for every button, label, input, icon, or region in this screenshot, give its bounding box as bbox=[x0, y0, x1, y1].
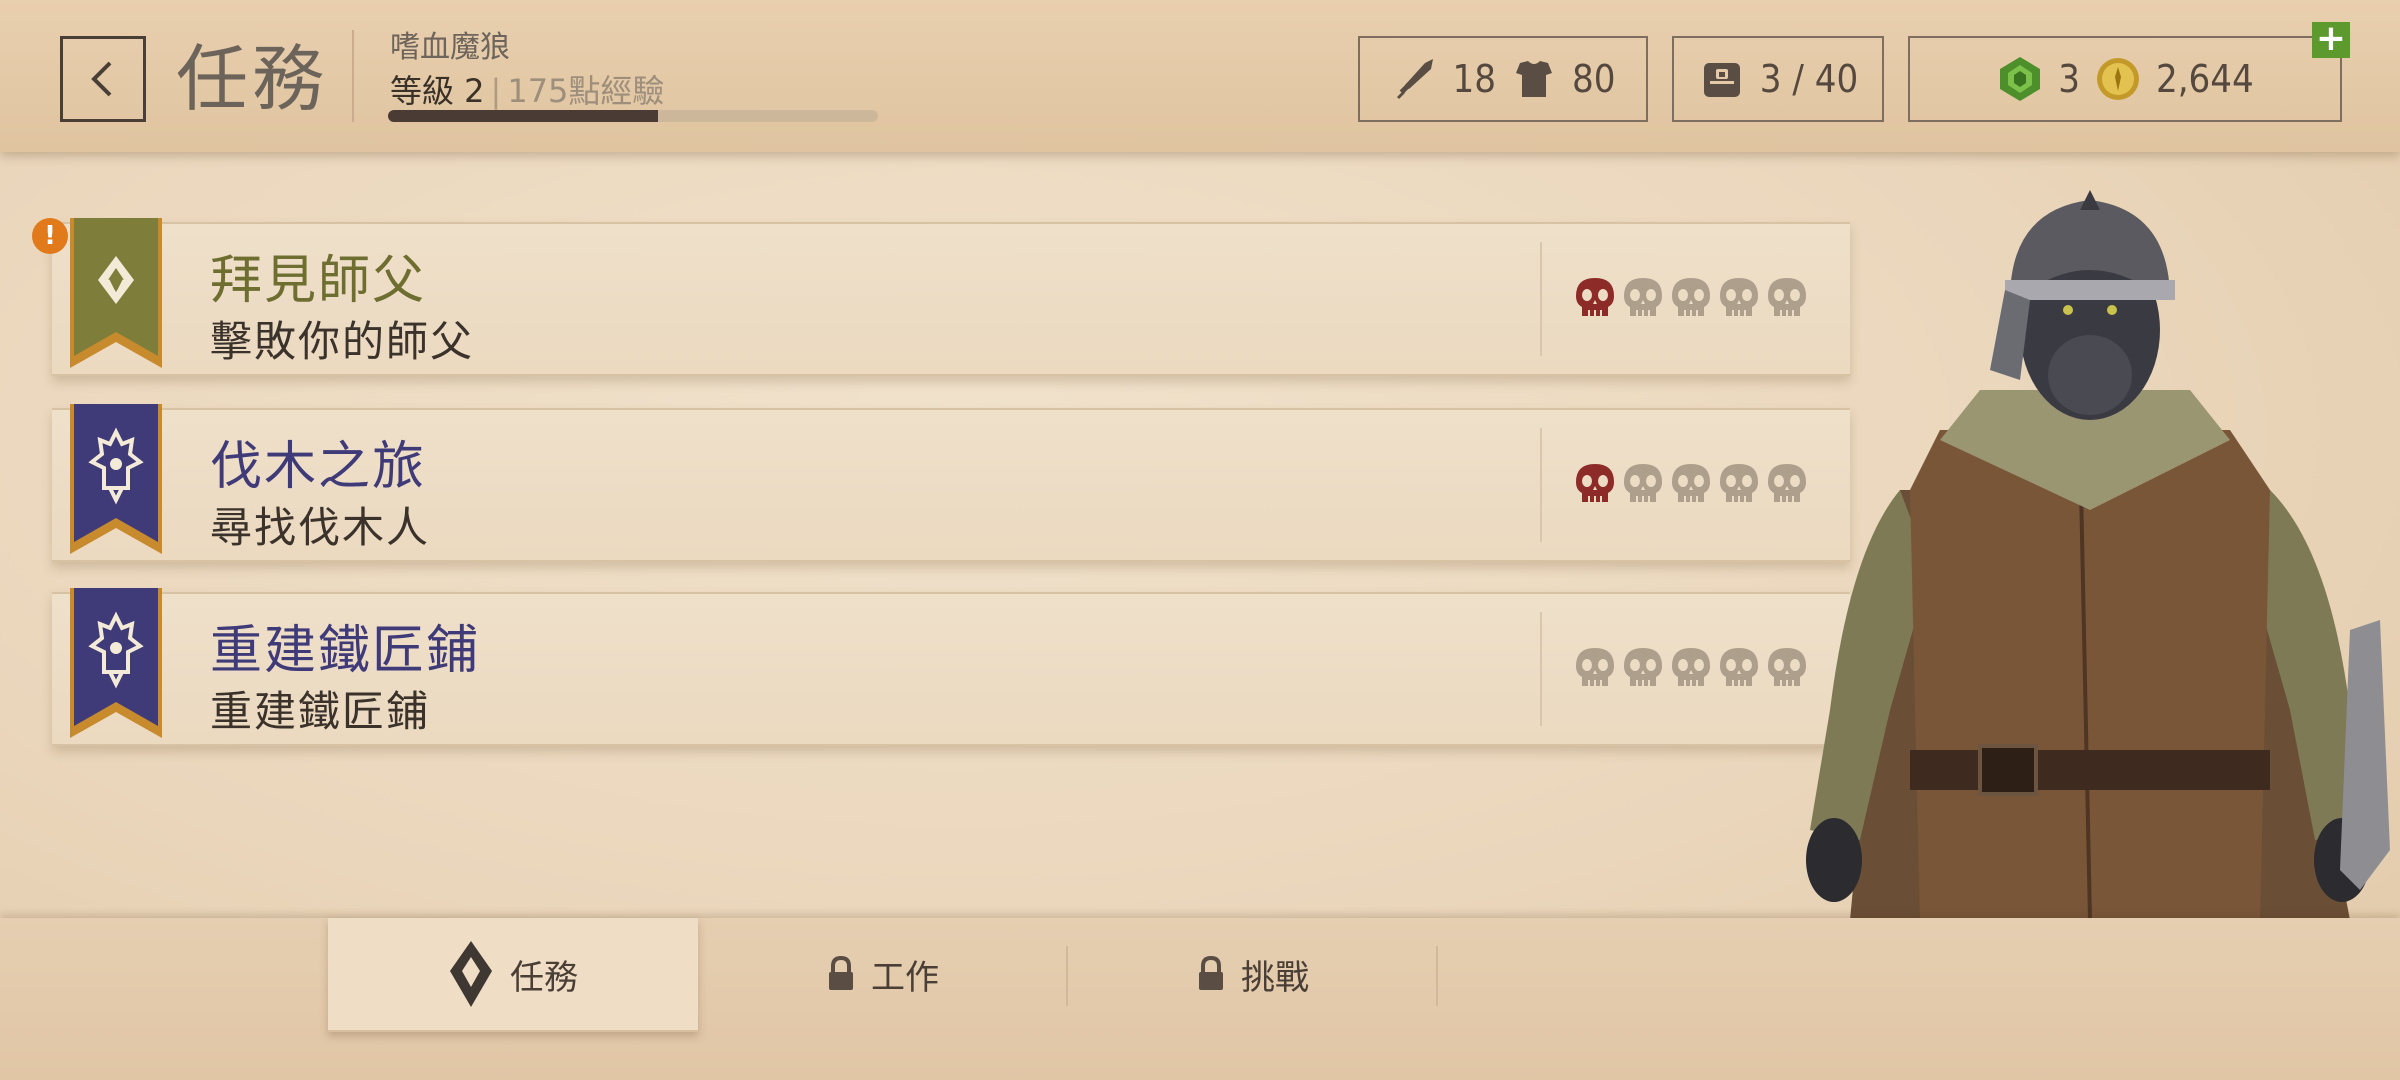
combat-stats[interactable]: 18 80 bbox=[1358, 36, 1648, 122]
level-separator: | bbox=[490, 72, 502, 110]
difficulty-rating bbox=[1574, 646, 1808, 690]
quest-alert-badge: ! bbox=[32, 218, 68, 254]
lock-icon bbox=[829, 956, 853, 990]
quest-banner-icon bbox=[70, 404, 162, 554]
attack-value: 18 bbox=[1452, 57, 1497, 101]
level-info: 等級 2 | 175點經驗 bbox=[390, 66, 664, 112]
tab-divider bbox=[1436, 946, 1438, 1006]
back-button[interactable] bbox=[60, 36, 146, 122]
sword-icon bbox=[1396, 59, 1433, 99]
quest-divider bbox=[1540, 428, 1542, 542]
quest-banner-icon bbox=[70, 588, 162, 738]
tab-challenges-label: 挑戰 bbox=[1241, 957, 1309, 998]
character-name: 嗜血魔狼 bbox=[390, 30, 510, 65]
inventory-value: 3 / 40 bbox=[1759, 57, 1859, 101]
tab-jobs-label: 工作 bbox=[871, 957, 939, 998]
skull-icon bbox=[1624, 278, 1662, 316]
skull-icon bbox=[1720, 278, 1758, 316]
skull-icon bbox=[1576, 648, 1614, 686]
skull-icon bbox=[1624, 464, 1662, 502]
page-title: 任務 bbox=[176, 37, 329, 121]
quest-objective: 尋找伐木人 bbox=[210, 503, 431, 552]
quest-title: 拜見師父 bbox=[210, 251, 427, 311]
tab-quests-label: 任務 bbox=[510, 957, 578, 998]
xp-progress-bar bbox=[388, 110, 878, 122]
skull-icon bbox=[1576, 464, 1614, 502]
inventory-chest-icon bbox=[1703, 63, 1740, 97]
gold-count: 2,644 bbox=[2155, 57, 2254, 101]
difficulty-rating bbox=[1574, 276, 1808, 320]
armor-icon bbox=[1516, 61, 1552, 97]
quest-objective: 重建鐵匠鋪 bbox=[210, 687, 431, 736]
top-bar: 任務 嗜血魔狼 等級 2 | 175點經驗 18 80 3 / 40 3 2,644… bbox=[0, 0, 2400, 152]
quest-divider bbox=[1540, 242, 1542, 356]
quest-icon bbox=[450, 941, 492, 1007]
gold-coin-icon bbox=[2096, 58, 2139, 100]
difficulty-rating bbox=[1574, 462, 1808, 506]
xp-progress-fill bbox=[388, 110, 658, 122]
quest-divider bbox=[1540, 612, 1542, 726]
level-label: 等級 2 bbox=[390, 72, 485, 110]
skull-icon bbox=[1672, 648, 1710, 686]
player-character bbox=[1806, 190, 2390, 920]
armor-value: 80 bbox=[1572, 57, 1616, 101]
title-divider bbox=[352, 30, 354, 122]
add-currency-button[interactable]: + bbox=[2312, 21, 2350, 58]
skull-icon bbox=[1720, 464, 1758, 502]
quest-row[interactable]: 重建鐵匠鋪 重建鐵匠鋪 bbox=[52, 588, 1850, 746]
tab-jobs[interactable]: 工作 bbox=[698, 918, 1068, 1030]
bottom-tab-bar: 任務 工作 挑戰 bbox=[0, 918, 2400, 1080]
quest-row[interactable]: 伐木之旅 尋找伐木人 bbox=[52, 404, 1850, 562]
inventory-stat[interactable]: 3 / 40 bbox=[1672, 36, 1884, 122]
skull-icon bbox=[1576, 278, 1614, 316]
quest-title: 重建鐵匠鋪 bbox=[210, 621, 481, 681]
quest-title: 伐木之旅 bbox=[210, 437, 427, 497]
quest-objective: 擊敗你的師父 bbox=[210, 317, 475, 366]
tab-quests[interactable]: 任務 bbox=[328, 918, 698, 1032]
gem-icon bbox=[2000, 57, 2041, 101]
skull-icon bbox=[1720, 648, 1758, 686]
quest-banner-icon bbox=[70, 218, 162, 368]
chevron-left-icon bbox=[91, 61, 112, 97]
gem-count: 3 bbox=[2058, 57, 2080, 101]
skull-icon bbox=[1672, 464, 1710, 502]
tab-challenges[interactable]: 挑戰 bbox=[1068, 918, 1438, 1030]
currency-stat[interactable]: 3 2,644 bbox=[1908, 36, 2342, 122]
skull-icon bbox=[1624, 648, 1662, 686]
skull-icon bbox=[1672, 278, 1710, 316]
lock-icon bbox=[1199, 956, 1223, 990]
quest-row[interactable]: 拜見師父擊敗你的師父 bbox=[52, 218, 1850, 376]
xp-label: 175點經驗 bbox=[507, 72, 665, 110]
